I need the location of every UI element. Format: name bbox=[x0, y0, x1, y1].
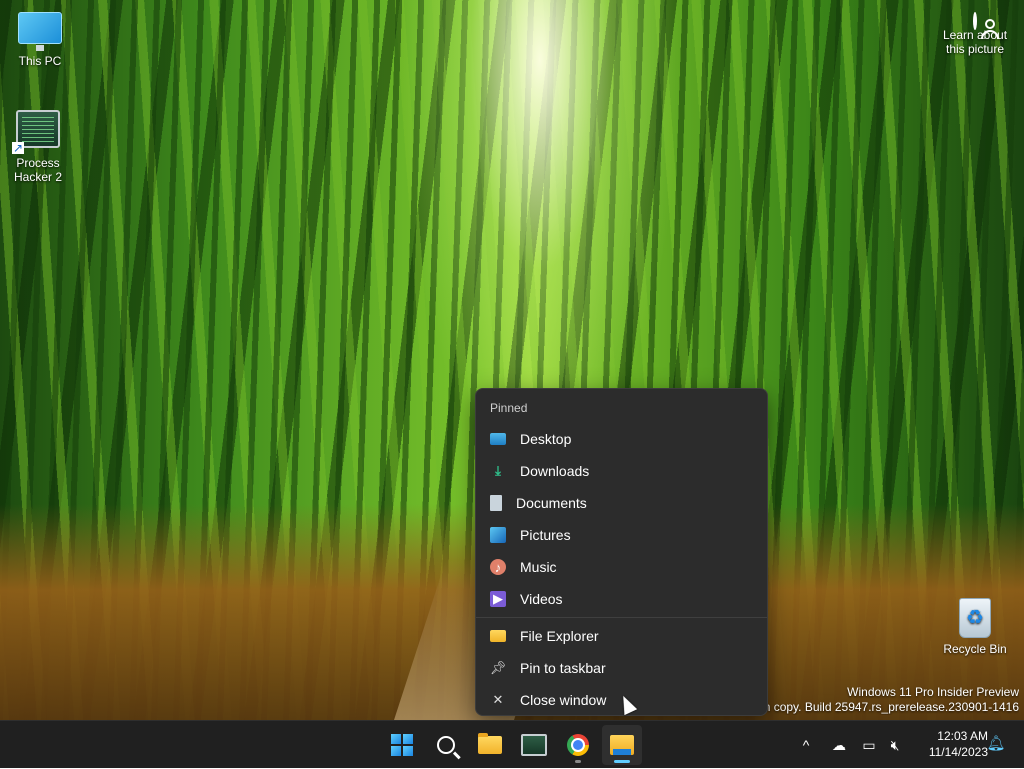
desktop-icon-label: Process Hacker 2 bbox=[13, 156, 63, 184]
jump-list-label: Videos bbox=[520, 591, 563, 607]
desktop-icon-label: This PC bbox=[18, 54, 62, 68]
taskbar-app-file-manager[interactable] bbox=[470, 725, 510, 765]
taskbar-app-process-hacker[interactable] bbox=[514, 725, 554, 765]
file-explorer-icon bbox=[610, 735, 634, 755]
chrome-icon bbox=[567, 734, 589, 756]
cloud-off-icon: ☁ bbox=[832, 736, 846, 753]
desktop-icon-label: Recycle Bin bbox=[943, 642, 1007, 656]
taskbar-app-chrome[interactable] bbox=[558, 725, 598, 765]
folder-icon bbox=[478, 733, 502, 754]
jump-list-header: Pinned bbox=[490, 401, 528, 415]
jump-list-open-file-explorer[interactable]: File Explorer bbox=[480, 621, 763, 651]
document-icon bbox=[490, 495, 502, 511]
learn-about-picture[interactable]: Learn about this picture bbox=[936, 12, 1014, 56]
chevron-up-icon: ^ bbox=[802, 737, 810, 753]
jump-list-label: Music bbox=[520, 559, 557, 575]
jump-list-item-desktop[interactable]: Desktop bbox=[480, 424, 763, 454]
desktop-icon-process-hacker[interactable]: Process Hacker 2 bbox=[0, 110, 76, 184]
search-button[interactable] bbox=[426, 725, 466, 765]
jump-list-item-documents[interactable]: Documents bbox=[480, 488, 763, 518]
running-indicator bbox=[575, 760, 581, 763]
monitor-icon bbox=[18, 12, 62, 51]
jump-list-label: Pin to taskbar bbox=[520, 660, 606, 676]
desktop-icon-recycle-bin[interactable]: ♻ Recycle Bin bbox=[937, 598, 1013, 656]
learn-about-label: Learn about this picture bbox=[942, 28, 1008, 56]
notification-bell-icon[interactable]: 🔔︎ bbox=[986, 735, 1005, 752]
volume-muted-icon: 🔇︎ bbox=[890, 736, 900, 753]
windows-logo-icon bbox=[391, 734, 413, 756]
close-icon: ✕ bbox=[492, 692, 504, 707]
active-indicator bbox=[614, 760, 630, 763]
user-circle-icon bbox=[973, 12, 977, 30]
folder-icon bbox=[490, 630, 506, 642]
jump-list-label: Downloads bbox=[520, 463, 590, 479]
jump-list-item-pictures[interactable]: Pictures bbox=[480, 520, 763, 550]
jump-list-pin-to-taskbar[interactable]: 📌︎ Pin to taskbar bbox=[480, 653, 763, 683]
process-hacker-icon bbox=[12, 110, 60, 154]
jump-list-label: File Explorer bbox=[520, 628, 599, 644]
taskbar-clock[interactable]: 12:03 AM 11/14/2023 bbox=[912, 728, 988, 760]
show-hidden-icons-button[interactable]: ^ bbox=[796, 721, 816, 769]
clock-date: 11/14/2023 bbox=[928, 745, 988, 759]
tray-onedrive[interactable]: ☁ bbox=[826, 721, 852, 769]
pin-icon: 📌︎ bbox=[489, 660, 507, 675]
recycle-bin-icon: ♻ bbox=[959, 598, 991, 638]
desktop-folder-icon bbox=[490, 433, 506, 445]
process-hacker-icon bbox=[521, 734, 547, 756]
music-icon: ♪ bbox=[490, 559, 506, 575]
file-explorer-jump-list: Pinned Desktop ⤓ Downloads Documents Pic… bbox=[475, 388, 768, 716]
clock-time: 12:03 AM bbox=[937, 729, 988, 743]
tray-volume[interactable]: 🔇︎ bbox=[882, 721, 908, 769]
taskbar: ^ ☁ ▭ 🔇︎ 12:03 AM 11/14/2023 🔔︎ bbox=[0, 720, 1024, 768]
pictures-icon bbox=[490, 527, 506, 543]
jump-list-label: Pictures bbox=[520, 527, 571, 543]
jump-list-label: Documents bbox=[516, 495, 587, 511]
jump-list-item-music[interactable]: ♪ Music bbox=[480, 552, 763, 582]
jump-list-separator bbox=[476, 617, 767, 618]
desktop-icon-this-pc[interactable]: This PC bbox=[2, 12, 78, 68]
start-button[interactable] bbox=[382, 725, 422, 765]
jump-list-item-videos[interactable]: ▶ Videos bbox=[480, 584, 763, 614]
tray-network[interactable]: ▭ bbox=[856, 721, 882, 769]
video-icon: ▶ bbox=[490, 591, 506, 607]
jump-list-item-downloads[interactable]: ⤓ Downloads bbox=[480, 456, 763, 486]
download-icon: ⤓ bbox=[495, 463, 501, 478]
search-icon bbox=[437, 736, 455, 754]
taskbar-app-file-explorer[interactable] bbox=[602, 725, 642, 765]
jump-list-label: Desktop bbox=[520, 431, 572, 447]
jump-list-label: Close window bbox=[520, 692, 607, 708]
network-icon: ▭ bbox=[862, 736, 876, 753]
